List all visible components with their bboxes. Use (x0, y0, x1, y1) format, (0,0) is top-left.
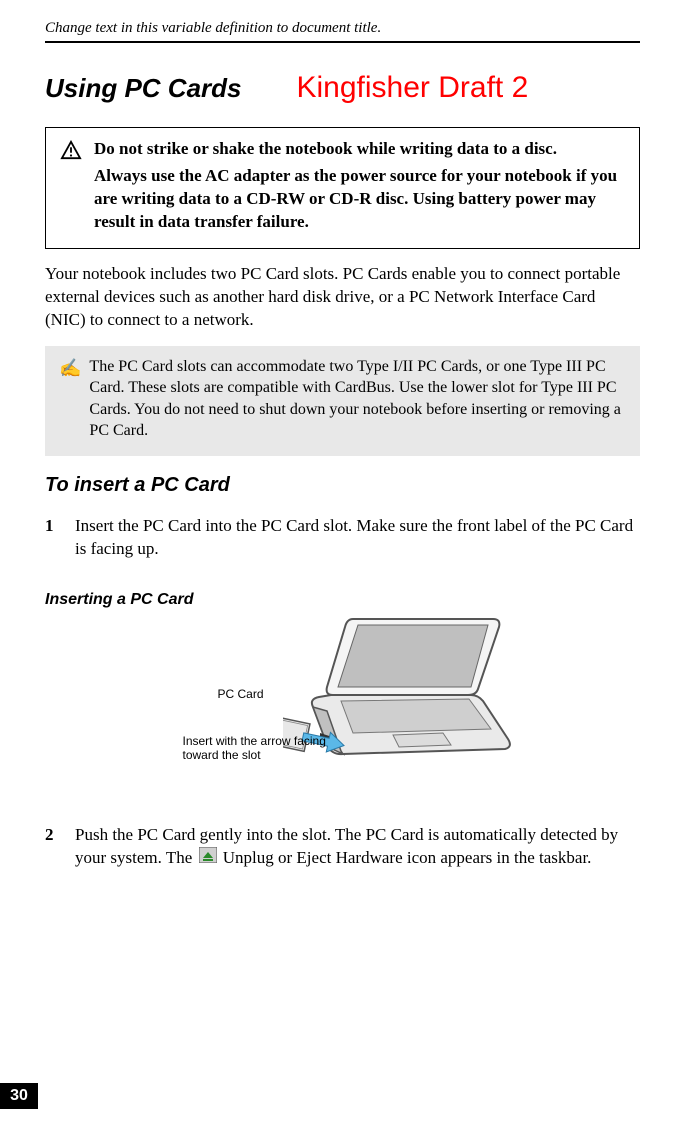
running-header: Change text in this variable definition … (45, 20, 640, 43)
illustration-label-insert: Insert with the arrow facing toward the … (183, 735, 353, 763)
page-number: 30 (0, 1083, 38, 1109)
illustration-container: PC Card Insert with the arrow facing tow… (45, 639, 640, 794)
eject-hardware-icon (199, 847, 217, 870)
illustration-label-pccard: PC Card (218, 687, 264, 701)
step-2-text: Push the PC Card gently into the slot. T… (75, 824, 640, 871)
warning-line-2: Always use the AC adapter as the power s… (94, 165, 625, 234)
subheading-insert: To insert a PC Card (45, 474, 640, 497)
pencil-icon: ✍ (59, 356, 81, 442)
page-title: Using PC Cards (45, 73, 242, 104)
note-text: The PC Card slots can accommodate two Ty… (89, 356, 626, 442)
figure-caption: Inserting a PC Card (45, 591, 640, 609)
step-2-number: 2 (45, 824, 57, 871)
title-row: Using PC Cards Kingfisher Draft 2 (45, 71, 640, 105)
warning-line-1: Do not strike or shake the notebook whil… (94, 138, 625, 161)
draft-stamp: Kingfisher Draft 2 (297, 71, 529, 105)
intro-paragraph: Your notebook includes two PC Card slots… (45, 263, 640, 332)
warning-box: Do not strike or shake the notebook whil… (45, 127, 640, 249)
step-1: 1 Insert the PC Card into the PC Card sl… (45, 515, 640, 561)
warning-icon (60, 140, 82, 234)
warning-text: Do not strike or shake the notebook whil… (94, 138, 625, 234)
note-box: ✍ The PC Card slots can accommodate two … (45, 346, 640, 456)
step-1-number: 1 (45, 515, 57, 561)
step-2-text-b: Unplug or Eject Hardware icon appears in… (223, 848, 592, 867)
step-2: 2 Push the PC Card gently into the slot.… (45, 824, 640, 871)
step-1-text: Insert the PC Card into the PC Card slot… (75, 515, 640, 561)
